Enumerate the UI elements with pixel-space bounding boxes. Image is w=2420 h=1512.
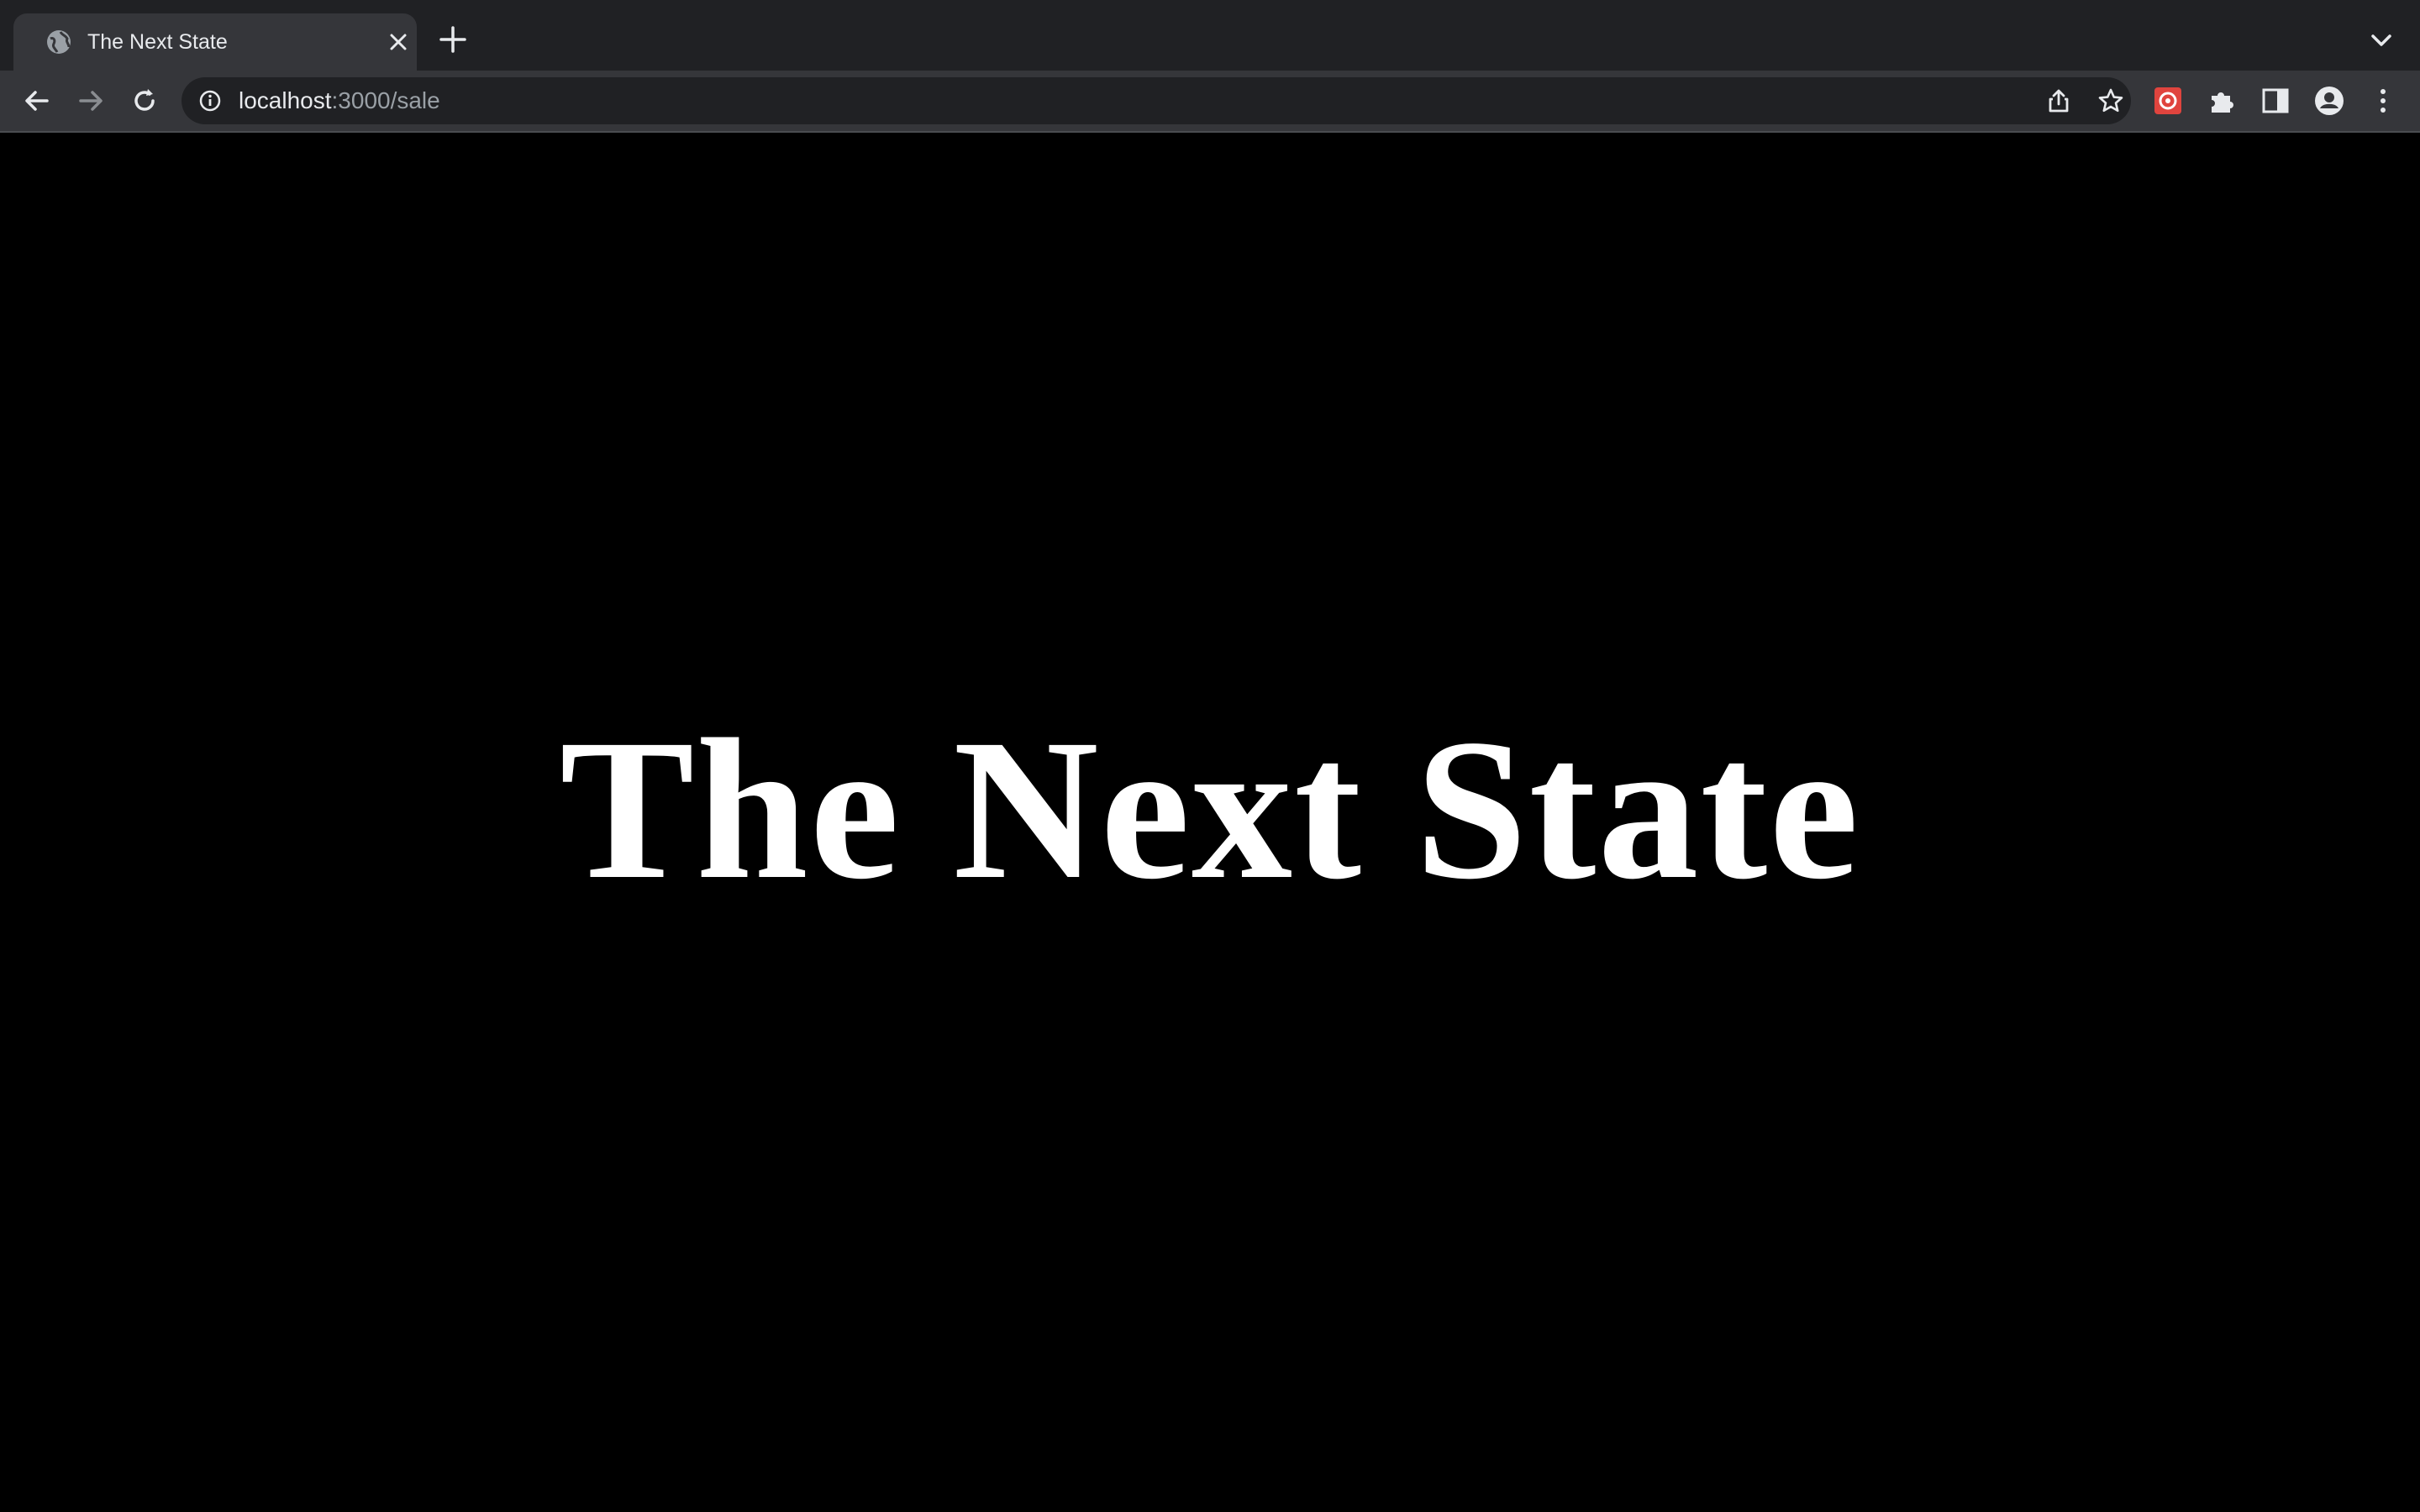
page-content: The Next State — [0, 133, 2420, 1512]
url-text[interactable]: localhost:3000/sale — [239, 86, 440, 116]
reload-button[interactable] — [129, 86, 160, 116]
extension-icon[interactable] — [2151, 84, 2185, 118]
forward-button[interactable] — [76, 86, 106, 116]
share-icon[interactable] — [2045, 87, 2072, 114]
browser-chrome: The Next State localhost:3000/sale — [0, 0, 2420, 133]
info-icon[interactable] — [198, 89, 222, 113]
globe-icon — [47, 30, 71, 54]
chevron-down-icon[interactable] — [2370, 32, 2393, 49]
url-host: localhost — [239, 87, 332, 113]
new-tab-button[interactable] — [439, 25, 467, 54]
address-bar[interactable]: localhost:3000/sale — [182, 77, 2131, 124]
menu-icon[interactable] — [2366, 84, 2400, 118]
side-panel-icon[interactable] — [2259, 84, 2292, 118]
tab-active[interactable]: The Next State — [13, 13, 417, 71]
close-icon[interactable] — [388, 32, 408, 52]
profile-icon[interactable] — [2312, 84, 2346, 118]
puzzle-icon[interactable] — [2205, 84, 2238, 118]
back-button[interactable] — [22, 86, 52, 116]
tab-strip: The Next State — [0, 0, 2420, 71]
page-title: The Next State — [560, 697, 1860, 921]
url-path: :3000/sale — [331, 87, 440, 113]
tab-title: The Next State — [87, 30, 228, 54]
star-icon[interactable] — [2097, 87, 2124, 114]
